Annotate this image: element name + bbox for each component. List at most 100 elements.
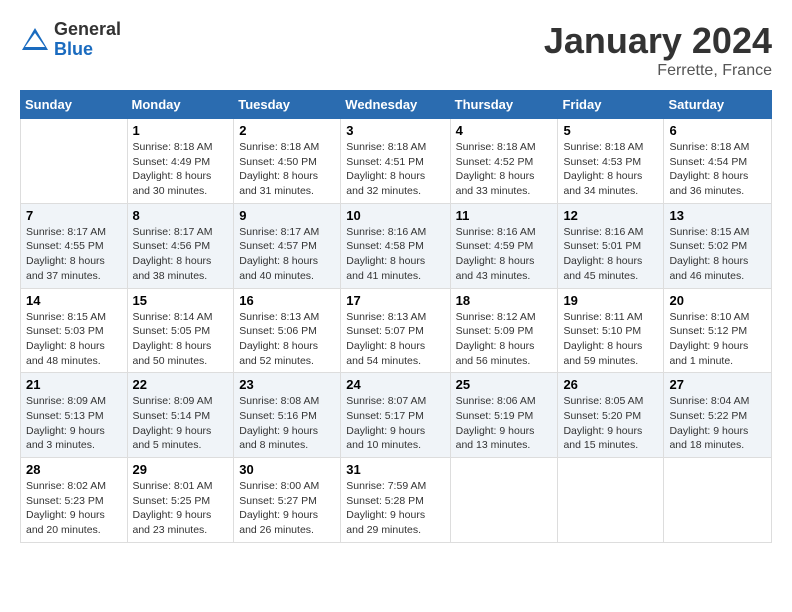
daylight-text: Daylight: 8 hours and 45 minutes.	[563, 254, 658, 283]
day-info: Sunrise: 8:17 AMSunset: 4:55 PMDaylight:…	[26, 225, 122, 284]
page-header: General Blue January 2024 Ferrette, Fran…	[20, 20, 772, 80]
calendar-cell: 11Sunrise: 8:16 AMSunset: 4:59 PMDayligh…	[450, 203, 558, 288]
calendar-cell: 15 Sunrise: 8:14 AMSunset: 5:05 PMDayligh…	[127, 288, 234, 373]
column-header-wednesday: Wednesday	[341, 91, 450, 119]
sunset-text: Sunset: 5:05 PM	[133, 324, 229, 339]
day-info: Sunrise: 8:02 AMSunset: 5:23 PMDaylight:…	[26, 479, 122, 538]
sunset-text: Sunset: 5:03 PM	[26, 324, 122, 339]
sunrise-text: Sunrise: 8:18 AM	[456, 140, 553, 155]
sunrise-text: Sunrise: 8:16 AM	[346, 225, 444, 240]
day-info: Sunrise: 8:01 AMSunset: 5:25 PMDaylight:…	[133, 479, 229, 538]
sunset-text: Sunset: 4:51 PM	[346, 155, 444, 170]
sunset-text: Sunset: 5:16 PM	[239, 409, 335, 424]
daylight-text: Daylight: 9 hours and 29 minutes.	[346, 508, 444, 537]
daylight-text: Daylight: 8 hours and 32 minutes.	[346, 169, 444, 198]
daylight-text: Daylight: 9 hours and 20 minutes.	[26, 508, 122, 537]
daylight-text: Daylight: 9 hours and 1 minute.	[669, 339, 766, 368]
day-info: Sunrise: 8:07 AMSunset: 5:17 PMDaylight:…	[346, 394, 444, 453]
daylight-text: Daylight: 8 hours and 52 minutes.	[239, 339, 335, 368]
daylight-text: Daylight: 9 hours and 26 minutes.	[239, 508, 335, 537]
day-info: Sunrise: 8:16 AMSunset: 4:58 PMDaylight:…	[346, 225, 444, 284]
sunset-text: Sunset: 4:53 PM	[563, 155, 658, 170]
sunset-text: Sunset: 5:25 PM	[133, 494, 229, 509]
daylight-text: Daylight: 8 hours and 59 minutes.	[563, 339, 658, 368]
week-row-1: 1Sunrise: 8:18 AMSunset: 4:49 PMDaylight…	[21, 119, 772, 204]
sunset-text: Sunset: 5:13 PM	[26, 409, 122, 424]
calendar-cell: 4Sunrise: 8:18 AMSunset: 4:52 PMDaylight…	[450, 119, 558, 204]
sunrise-text: Sunrise: 8:06 AM	[456, 394, 553, 409]
calendar-cell: 17Sunrise: 8:13 AMSunset: 5:07 PMDayligh…	[341, 288, 450, 373]
week-row-3: 14Sunrise: 8:15 AMSunset: 5:03 PMDayligh…	[21, 288, 772, 373]
day-number: 30	[239, 462, 335, 477]
sunrise-text: Sunrise: 8:13 AM	[239, 310, 335, 325]
column-header-thursday: Thursday	[450, 91, 558, 119]
day-info: Sunrise: 8:18 AMSunset: 4:53 PMDaylight:…	[563, 140, 658, 199]
sunrise-text: Sunrise: 8:12 AM	[456, 310, 553, 325]
day-number: 10	[346, 208, 444, 223]
calendar-cell: 10 Sunrise: 8:16 AMSunset: 4:58 PMDayligh…	[341, 203, 450, 288]
calendar-cell: 23Sunrise: 8:08 AMSunset: 5:16 PMDayligh…	[234, 373, 341, 458]
day-info: Sunrise: 8:18 AMSunset: 4:51 PMDaylight:…	[346, 140, 444, 199]
day-info: Sunrise: 8:12 AMSunset: 5:09 PMDaylight:…	[456, 310, 553, 369]
day-info: Sunrise: 8:05 AMSunset: 5:20 PMDaylight:…	[563, 394, 658, 453]
calendar-cell: 13Sunrise: 8:15 AMSunset: 5:02 PMDayligh…	[664, 203, 772, 288]
calendar-cell: 24Sunrise: 8:07 AMSunset: 5:17 PMDayligh…	[341, 373, 450, 458]
sunrise-text: Sunrise: 8:08 AM	[239, 394, 335, 409]
day-number: 17	[346, 293, 444, 308]
day-number: 6	[669, 123, 766, 138]
column-header-tuesday: Tuesday	[234, 91, 341, 119]
sunrise-text: Sunrise: 8:15 AM	[26, 310, 122, 325]
sunset-text: Sunset: 5:23 PM	[26, 494, 122, 509]
calendar-cell: 22Sunrise: 8:09 AMSunset: 5:14 PMDayligh…	[127, 373, 234, 458]
sunset-text: Sunset: 5:28 PM	[346, 494, 444, 509]
day-number: 3	[346, 123, 444, 138]
calendar-cell: 7Sunrise: 8:17 AMSunset: 4:55 PMDaylight…	[21, 203, 128, 288]
calendar-cell: 26Sunrise: 8:05 AMSunset: 5:20 PMDayligh…	[558, 373, 664, 458]
daylight-text: Daylight: 8 hours and 37 minutes.	[26, 254, 122, 283]
sunrise-text: Sunrise: 8:07 AM	[346, 394, 444, 409]
day-number: 9	[239, 208, 335, 223]
day-number: 23	[239, 377, 335, 392]
calendar-cell	[664, 458, 772, 543]
day-number: 19	[563, 293, 658, 308]
daylight-text: Daylight: 8 hours and 56 minutes.	[456, 339, 553, 368]
sunset-text: Sunset: 5:20 PM	[563, 409, 658, 424]
title-area: January 2024 Ferrette, France	[544, 20, 772, 80]
day-number: 5	[563, 123, 658, 138]
sunset-text: Sunset: 5:01 PM	[563, 239, 658, 254]
sunset-text: Sunset: 4:58 PM	[346, 239, 444, 254]
daylight-text: Daylight: 9 hours and 3 minutes.	[26, 424, 122, 453]
day-number: 15	[133, 293, 229, 308]
daylight-text: Daylight: 8 hours and 43 minutes.	[456, 254, 553, 283]
sunrise-text: Sunrise: 8:02 AM	[26, 479, 122, 494]
sunrise-text: Sunrise: 8:17 AM	[239, 225, 335, 240]
calendar-cell: 27Sunrise: 8:04 AMSunset: 5:22 PMDayligh…	[664, 373, 772, 458]
sunset-text: Sunset: 5:12 PM	[669, 324, 766, 339]
logo-text: General Blue	[54, 20, 121, 60]
sunrise-text: Sunrise: 8:18 AM	[563, 140, 658, 155]
calendar-cell: 6Sunrise: 8:18 AMSunset: 4:54 PMDaylight…	[664, 119, 772, 204]
sunset-text: Sunset: 4:54 PM	[669, 155, 766, 170]
day-info: Sunrise: 8:15 AMSunset: 5:02 PMDaylight:…	[669, 225, 766, 284]
logo-blue-text: Blue	[54, 40, 121, 60]
sunset-text: Sunset: 5:02 PM	[669, 239, 766, 254]
day-info: Sunrise: 8:14 AMSunset: 5:05 PMDaylight:…	[133, 310, 229, 369]
sunrise-text: Sunrise: 8:10 AM	[669, 310, 766, 325]
sunset-text: Sunset: 5:27 PM	[239, 494, 335, 509]
day-info: Sunrise: 8:06 AMSunset: 5:19 PMDaylight:…	[456, 394, 553, 453]
column-header-friday: Friday	[558, 91, 664, 119]
sunset-text: Sunset: 4:55 PM	[26, 239, 122, 254]
calendar-cell	[558, 458, 664, 543]
week-row-4: 21Sunrise: 8:09 AMSunset: 5:13 PMDayligh…	[21, 373, 772, 458]
sunrise-text: Sunrise: 8:04 AM	[669, 394, 766, 409]
sunrise-text: Sunrise: 8:18 AM	[133, 140, 229, 155]
day-number: 1	[133, 123, 229, 138]
daylight-text: Daylight: 9 hours and 23 minutes.	[133, 508, 229, 537]
sunrise-text: Sunrise: 8:18 AM	[239, 140, 335, 155]
sunrise-text: Sunrise: 8:13 AM	[346, 310, 444, 325]
day-number: 25	[456, 377, 553, 392]
week-row-2: 7Sunrise: 8:17 AMSunset: 4:55 PMDaylight…	[21, 203, 772, 288]
day-info: Sunrise: 8:18 AMSunset: 4:50 PMDaylight:…	[239, 140, 335, 199]
column-header-sunday: Sunday	[21, 91, 128, 119]
sunrise-text: Sunrise: 8:16 AM	[456, 225, 553, 240]
